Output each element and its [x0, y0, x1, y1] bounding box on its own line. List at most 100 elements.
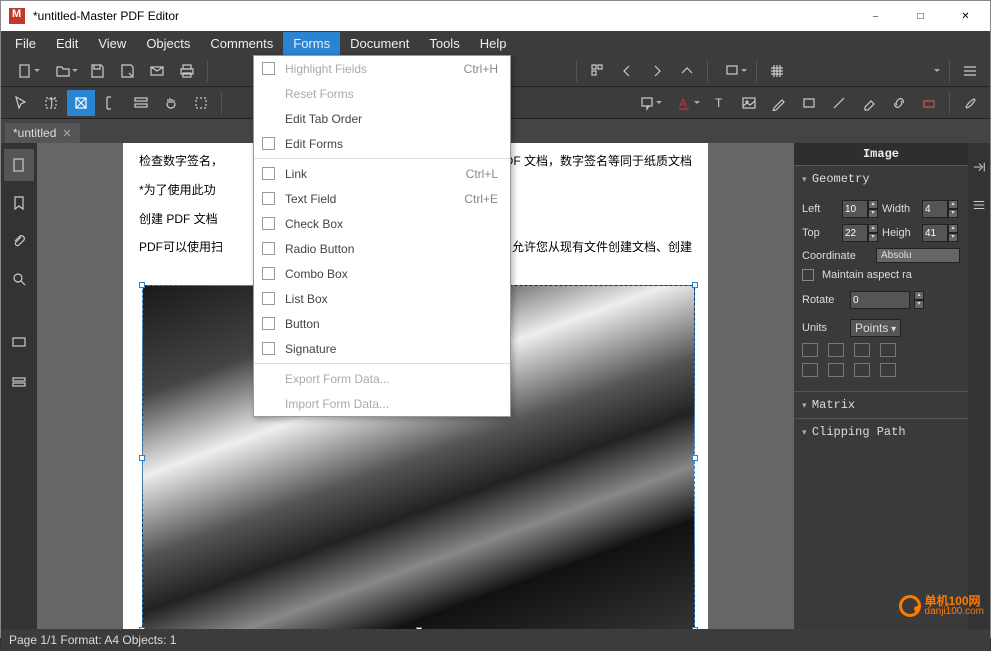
tab-close-icon[interactable]: ✕ [62, 127, 71, 140]
align-center-icon[interactable] [828, 343, 844, 357]
menu-view[interactable]: View [88, 32, 136, 55]
spin-up[interactable]: ▴ [868, 200, 878, 209]
spin-down[interactable]: ▾ [948, 209, 958, 218]
link-tool[interactable] [885, 90, 913, 116]
spin-up[interactable]: ▴ [914, 291, 924, 300]
menu-edit[interactable]: Edit [46, 32, 88, 55]
line-tool[interactable] [825, 90, 853, 116]
rotate-input[interactable]: 0 [850, 291, 910, 309]
menu-tools[interactable]: Tools [419, 32, 469, 55]
spin-down[interactable]: ▾ [868, 209, 878, 218]
minimize-button[interactable]: ‒ [853, 1, 898, 31]
maximize-button[interactable]: □ [898, 1, 943, 31]
distribute-h-icon[interactable] [854, 363, 870, 377]
menu-item-combo-box[interactable]: Combo Box [254, 261, 510, 286]
align-top-icon[interactable] [880, 343, 896, 357]
rectangle-tool[interactable] [795, 90, 823, 116]
menu-item-signature[interactable]: Signature [254, 336, 510, 361]
section-clipping[interactable]: Clipping Path [794, 418, 968, 445]
image-tool[interactable] [735, 90, 763, 116]
vertical-text-tool[interactable] [97, 90, 125, 116]
spin-down[interactable]: ▾ [948, 233, 958, 242]
zoom-dropdown[interactable] [793, 58, 943, 84]
section-geometry[interactable]: Geometry [794, 165, 968, 192]
align-middle-icon[interactable] [802, 363, 818, 377]
spin-down[interactable]: ▾ [868, 233, 878, 242]
eraser-tool[interactable] [855, 90, 883, 116]
coord-combo[interactable]: Absolu [876, 248, 960, 263]
menu-objects[interactable]: Objects [136, 32, 200, 55]
page-nav-button[interactable] [583, 58, 611, 84]
fit-button[interactable] [714, 58, 750, 84]
initials-tool[interactable] [915, 90, 943, 116]
pages-panel-button[interactable] [4, 149, 34, 181]
panel-menu-icon[interactable] [964, 189, 991, 221]
distribute-v-icon[interactable] [880, 363, 896, 377]
resize-handle[interactable] [139, 282, 145, 288]
prev-page-button[interactable] [613, 58, 641, 84]
email-button[interactable] [143, 58, 171, 84]
align-bottom-icon[interactable] [828, 363, 844, 377]
snapshot-tool[interactable] [187, 90, 215, 116]
menu-file[interactable]: File [5, 32, 46, 55]
menu-item-edit-forms[interactable]: Edit Forms [254, 131, 510, 156]
close-button[interactable]: ✕ [943, 1, 988, 31]
menu-item-link[interactable]: LinkCtrl+L [254, 161, 510, 186]
new-file-button[interactable] [7, 58, 43, 84]
units-combo[interactable]: Points ▾ [850, 319, 901, 337]
options-button[interactable] [956, 58, 984, 84]
menu-help[interactable]: Help [470, 32, 517, 55]
text-select-tool[interactable]: T [37, 90, 65, 116]
resize-handle[interactable] [416, 627, 422, 629]
menu-item-button[interactable]: Button [254, 311, 510, 336]
menu-comments[interactable]: Comments [200, 32, 283, 55]
resize-handle[interactable] [139, 455, 145, 461]
resize-handle[interactable] [692, 627, 698, 629]
search-panel-button[interactable] [4, 263, 34, 295]
next-page-button[interactable] [643, 58, 671, 84]
spin-down[interactable]: ▾ [914, 300, 924, 309]
open-file-button[interactable] [45, 58, 81, 84]
panel-toggle-icon[interactable] [964, 151, 991, 183]
menu-item-radio-button[interactable]: Radio Button [254, 236, 510, 261]
spin-up[interactable]: ▴ [868, 224, 878, 233]
comments-panel-button[interactable] [4, 327, 34, 359]
align-right-icon[interactable] [854, 343, 870, 357]
pencil-tool[interactable] [765, 90, 793, 116]
print-button[interactable] [173, 58, 201, 84]
fields-panel-button[interactable] [4, 365, 34, 397]
hand-tool[interactable] [157, 90, 185, 116]
menu-item-check-box[interactable]: Check Box [254, 211, 510, 236]
save-button[interactable] [83, 58, 111, 84]
menu-document[interactable]: Document [340, 32, 419, 55]
spin-up[interactable]: ▴ [948, 224, 958, 233]
height-input[interactable]: 41 [922, 224, 948, 242]
align-left-icon[interactable] [802, 343, 818, 357]
resize-handle[interactable] [692, 282, 698, 288]
spin-up[interactable]: ▴ [948, 200, 958, 209]
edit-document-tool[interactable] [67, 90, 95, 116]
sticky-note-tool[interactable] [629, 90, 665, 116]
menu-forms[interactable]: Forms [283, 32, 340, 55]
width-input[interactable]: 4 [922, 200, 948, 218]
aspect-checkbox[interactable] [802, 269, 814, 281]
section-matrix[interactable]: Matrix [794, 391, 968, 418]
menu-item-list-box[interactable]: List Box [254, 286, 510, 311]
resize-handle[interactable] [692, 455, 698, 461]
edit-forms-tool[interactable] [127, 90, 155, 116]
menu-item-edit-tab-order[interactable]: Edit Tab Order [254, 106, 510, 131]
bookmarks-panel-button[interactable] [4, 187, 34, 219]
top-input[interactable]: 22 [842, 224, 868, 242]
text-tool[interactable]: T [705, 90, 733, 116]
brush-tool[interactable] [956, 90, 984, 116]
menu-item-text-field[interactable]: Text FieldCtrl+E [254, 186, 510, 211]
grid-button[interactable] [763, 58, 791, 84]
highlight-tool[interactable]: A [667, 90, 703, 116]
attachments-panel-button[interactable] [4, 225, 34, 257]
resize-handle[interactable] [139, 627, 145, 629]
up-button[interactable] [673, 58, 701, 84]
document-tab[interactable]: *untitled ✕ [5, 123, 80, 143]
left-input[interactable]: 10 [842, 200, 868, 218]
save-as-button[interactable] [113, 58, 141, 84]
select-tool[interactable] [7, 90, 35, 116]
